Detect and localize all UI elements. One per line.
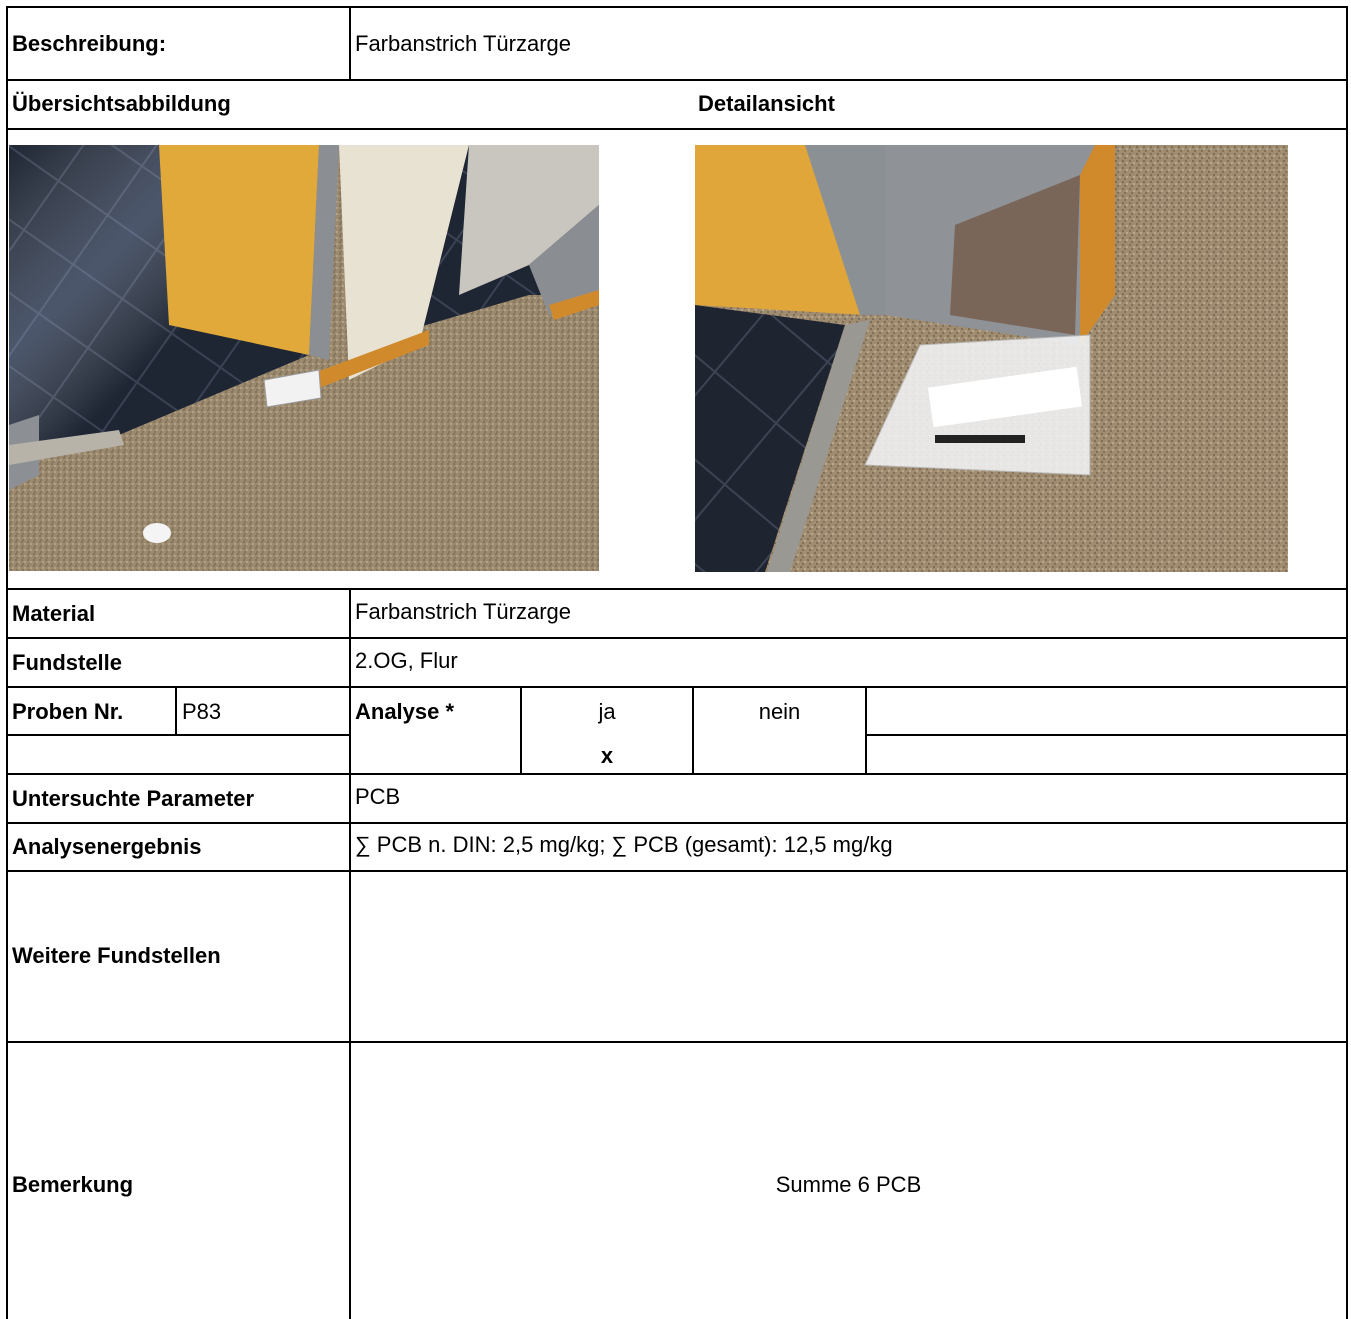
beschreibung-label: Beschreibung: [12,31,167,56]
analyse-ja-label: ja [598,699,616,724]
detail-photo [695,145,1288,572]
weitere-label: Weitere Fundstellen [12,943,221,968]
parameter-label: Untersuchte Parameter [12,786,255,811]
bemerkung-value: Summe 6 PCB [775,1172,922,1197]
overview-image-label: Übersichtsabbildung [12,91,231,116]
col-divider [349,6,351,80]
row-divider [6,822,1348,824]
row-divider [6,1041,1348,1043]
table-border-right [1346,6,1348,1319]
table-border-top [6,6,1348,8]
proben-value: P83 [182,699,222,724]
bemerkung-label: Bemerkung [12,1172,134,1197]
analyse-nein-label: nein [758,699,801,724]
row-divider [6,734,350,736]
col-divider [865,686,867,774]
row-divider [865,734,1348,736]
parameter-value: PCB [355,784,401,809]
beschreibung-value: Farbanstrich Türzarge [355,31,572,56]
ergebnis-label: Analysenergebnis [12,834,202,859]
row-divider [6,128,1348,130]
col-divider [349,588,351,1319]
analyse-ja-mark: x [600,743,614,768]
proben-label: Proben Nr. [12,699,124,724]
col-divider [175,686,177,735]
row-divider [6,588,1348,590]
material-label: Material [12,601,96,626]
row-divider [6,870,1348,872]
row-divider [6,686,1348,688]
row-divider [6,637,1348,639]
row-divider [6,79,1348,81]
detail-image-label: Detailansicht [698,91,835,116]
analyse-label: Analyse * [355,699,455,724]
row-divider [6,773,1348,775]
col-divider [692,686,694,774]
overview-photo [9,145,599,571]
material-value: Farbanstrich Türzarge [355,599,572,624]
fundstelle-value: 2.OG, Flur [355,648,458,673]
table-border-left [6,6,8,1319]
fundstelle-label: Fundstelle [12,650,123,675]
ergebnis-value: ∑ PCB n. DIN: 2,5 mg/kg; ∑ PCB (gesamt):… [355,832,893,857]
